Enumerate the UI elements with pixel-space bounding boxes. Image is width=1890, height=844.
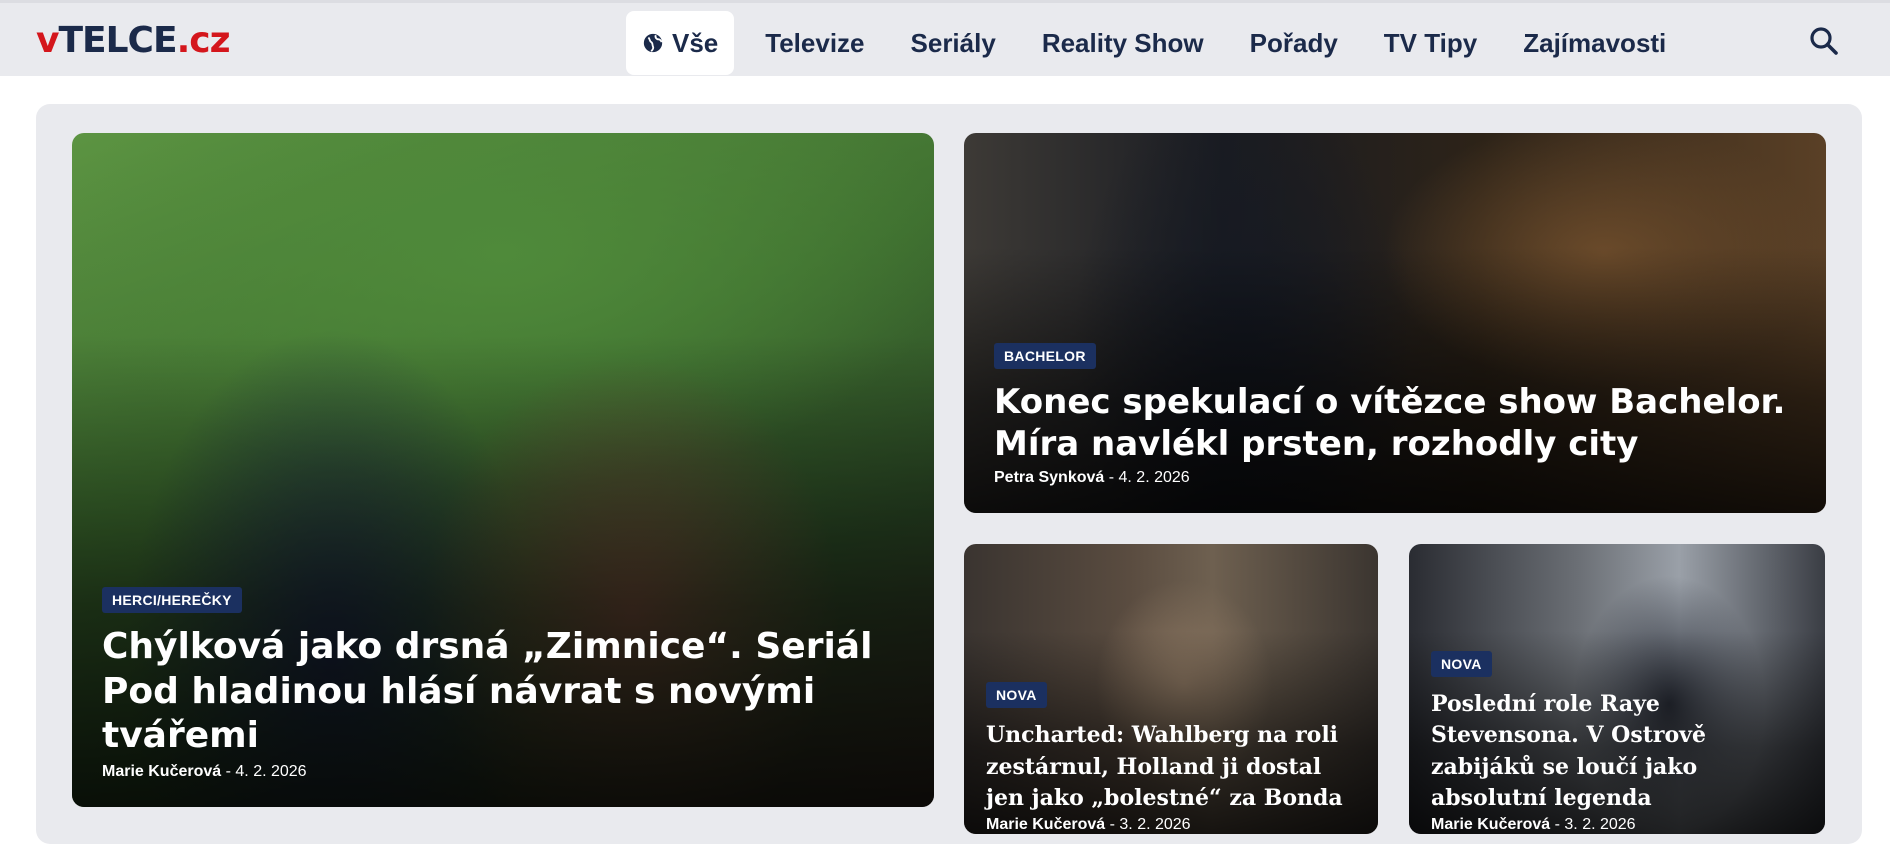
article-date: 3. 2. 2026 <box>1564 816 1636 833</box>
nav-item-label: TV Tipy <box>1383 27 1478 58</box>
category-badge[interactable]: NOVA <box>1431 651 1492 678</box>
article-content: HERCI/HEREČKY Chýlková jako drsná „Zimni… <box>102 587 908 781</box>
article-title[interactable]: Uncharted: Wahlberg na roli zestárnul, H… <box>986 720 1360 814</box>
nav-item-reality-show[interactable]: Reality Show <box>1019 11 1227 75</box>
category-badge[interactable]: HERCI/HEREČKY <box>102 587 242 614</box>
article-meta: Marie Kučerová - 3. 2. 2026 <box>986 816 1360 834</box>
article-author[interactable]: Marie Kučerová <box>1431 816 1550 833</box>
article-date: 4. 2. 2026 <box>1118 469 1190 486</box>
logo-main: TELCE <box>58 20 177 61</box>
site-logo[interactable]: vTELCE.cz <box>36 19 231 63</box>
search-icon[interactable] <box>1808 25 1840 57</box>
article-date: 4. 2. 2026 <box>235 763 307 780</box>
article-title[interactable]: Poslední role Raye Stevensona. V Ostrově… <box>1431 689 1807 814</box>
article-card-bottom-right[interactable]: NOVA Poslední role Raye Stevensona. V Os… <box>1409 544 1825 834</box>
article-date: 3. 2. 2026 <box>1119 816 1191 833</box>
article-card-top-right[interactable]: BACHELOR Konec spekulací o vítězce show … <box>964 133 1826 513</box>
article-title[interactable]: Chýlková jako drsná „Zimnice“. Seriál Po… <box>102 625 908 759</box>
meta-separator: - <box>1108 469 1115 486</box>
article-card-bottom-left[interactable]: NOVA Uncharted: Wahlberg na roli zestárn… <box>964 544 1378 834</box>
main-nav: Vše Televize Seriály Reality Show Pořady… <box>626 11 1689 75</box>
site-header: vTELCE.cz Vše Televize Seriály Reality S… <box>0 0 1890 76</box>
globe-icon <box>643 33 663 53</box>
article-author[interactable]: Petra Synková <box>994 469 1104 486</box>
article-title[interactable]: Konec spekulací o vítězce show Bachelor.… <box>994 381 1800 465</box>
nav-item-televize[interactable]: Televize <box>742 11 887 75</box>
nav-item-tv-tipy[interactable]: TV Tipy <box>1361 11 1500 75</box>
article-content: NOVA Poslední role Raye Stevensona. V Os… <box>1431 651 1807 834</box>
nav-item-label: Reality Show <box>1041 27 1204 58</box>
article-meta: Marie Kučerová - 3. 2. 2026 <box>1431 816 1807 834</box>
nav-item-label: Vše <box>672 27 719 58</box>
logo-suffix: .cz <box>176 20 231 61</box>
article-content: BACHELOR Konec spekulací o vítězce show … <box>994 342 1800 487</box>
nav-item-vse[interactable]: Vše <box>626 11 735 75</box>
meta-separator: - <box>1109 816 1115 833</box>
category-badge[interactable]: NOVA <box>986 682 1047 709</box>
article-author[interactable]: Marie Kučerová <box>102 763 221 780</box>
nav-item-serialy[interactable]: Seriály <box>888 11 1019 75</box>
nav-item-zajimavosti[interactable]: Zajímavosti <box>1500 11 1689 75</box>
article-meta: Marie Kučerová - 4. 2. 2026 <box>102 763 908 781</box>
article-card-main[interactable]: HERCI/HEREČKY Chýlková jako drsná „Zimni… <box>72 133 934 807</box>
meta-separator: - <box>225 763 231 780</box>
nav-item-porady[interactable]: Pořady <box>1227 11 1361 75</box>
category-badge[interactable]: BACHELOR <box>994 342 1096 369</box>
nav-item-label: Pořady <box>1249 27 1338 58</box>
article-content: NOVA Uncharted: Wahlberg na roli zestárn… <box>986 682 1360 834</box>
nav-item-label: Seriály <box>910 27 996 58</box>
nav-item-label: Televize <box>765 27 865 58</box>
article-author[interactable]: Marie Kučerová <box>986 816 1105 833</box>
article-meta: Petra Synková - 4. 2. 2026 <box>994 469 1800 487</box>
meta-separator: - <box>1554 816 1560 833</box>
nav-item-label: Zajímavosti <box>1523 27 1667 58</box>
logo-prefix: v <box>36 20 59 61</box>
